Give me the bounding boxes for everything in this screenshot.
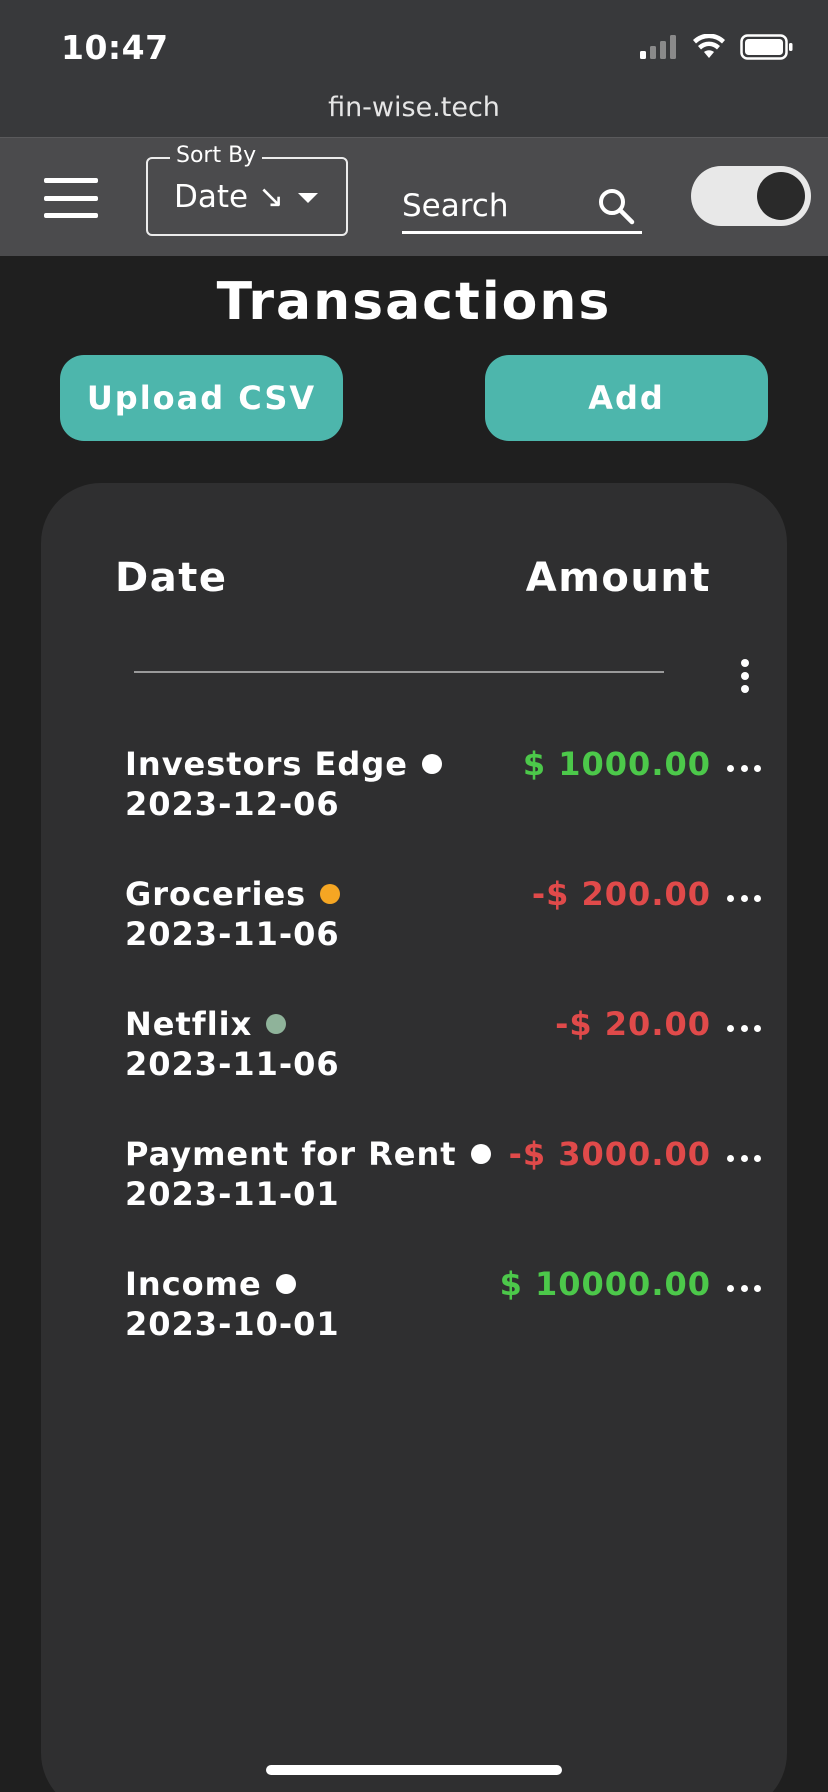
transaction-name: Income [125,1265,262,1303]
more-horizontal-icon[interactable] [727,893,761,903]
transaction-date: 2023-10-01 [125,1305,340,1343]
transaction-name-wrap: Investors Edge [125,745,442,783]
caret-down-icon [298,193,318,203]
transaction-date: 2023-11-06 [125,915,340,953]
transaction-date: 2023-11-06 [125,1045,340,1083]
signal-icon [640,35,676,59]
search-input[interactable] [402,178,592,228]
theme-toggle[interactable] [691,166,811,226]
transaction-row[interactable]: Payment for Rent 2023-11-01 -$ 3000.00 [41,1135,787,1235]
search-icon[interactable] [596,186,636,226]
app-screen: 10:47 fin-wise.tech Sort By Date ↘ Searc… [0,0,828,1792]
transaction-row[interactable]: Investors Edge 2023-12-06 $ 1000.00 [41,745,787,845]
category-dot-icon [320,884,341,904]
battery-icon [740,34,793,60]
transactions-panel: Date Amount Investors Edge 2023-12-06 $ … [41,483,787,1792]
toggle-knob [757,172,805,220]
upload-csv-button[interactable]: Upload CSV [60,355,343,441]
more-horizontal-icon[interactable] [727,1283,761,1293]
transaction-name-wrap: Payment for Rent [125,1135,491,1173]
category-dot-icon [421,754,442,774]
add-transaction-button[interactable]: Add [485,355,768,441]
transaction-name: Payment for Rent [125,1135,457,1173]
column-header-amount[interactable]: Amount [526,555,711,601]
category-dot-icon [470,1144,491,1164]
transaction-name: Netflix [125,1005,253,1043]
transaction-amount: -$ 20.00 [555,1005,711,1043]
status-time: 10:47 [61,28,169,67]
app-header: Sort By Date ↘ [0,137,828,256]
column-header-date[interactable]: Date [115,555,227,601]
sort-by-value: Date ↘ [174,179,284,215]
hamburger-menu-icon[interactable] [44,178,98,218]
transaction-name: Groceries [125,875,307,913]
page-title: Transactions [216,272,612,332]
category-dot-icon [275,1274,296,1294]
more-horizontal-icon[interactable] [727,763,761,773]
transaction-name: Investors Edge [125,745,408,783]
category-dot-icon [266,1014,287,1034]
transaction-amount: -$ 200.00 [531,875,711,913]
transaction-amount: $ 1000.00 [522,745,711,783]
more-horizontal-icon[interactable] [727,1153,761,1163]
more-vertical-icon[interactable] [740,659,750,693]
home-indicator[interactable] [266,1765,562,1775]
sort-by-select[interactable]: Sort By Date ↘ [146,143,348,236]
sort-by-label: Sort By [170,143,263,168]
transaction-name-wrap: Income [125,1265,296,1303]
transaction-name-wrap: Netflix [125,1005,287,1043]
status-bar: 10:47 fin-wise.tech [0,0,828,137]
status-icons [640,34,794,60]
search-field[interactable] [402,178,642,234]
transaction-row[interactable]: Groceries 2023-11-06 -$ 200.00 [41,875,787,975]
transaction-name-wrap: Groceries [125,875,341,913]
browser-url[interactable]: fin-wise.tech [0,92,828,123]
header-divider [134,671,664,673]
transaction-date: 2023-12-06 [125,785,340,823]
transaction-row[interactable]: Netflix 2023-11-06 -$ 20.00 [41,1005,787,1105]
wifi-icon [693,34,725,58]
transaction-row[interactable]: Income 2023-10-01 $ 10000.00 [41,1265,787,1365]
transaction-amount: -$ 3000.00 [508,1135,711,1173]
transaction-amount: $ 10000.00 [499,1265,711,1303]
more-horizontal-icon[interactable] [727,1023,761,1033]
transaction-date: 2023-11-01 [125,1175,340,1213]
